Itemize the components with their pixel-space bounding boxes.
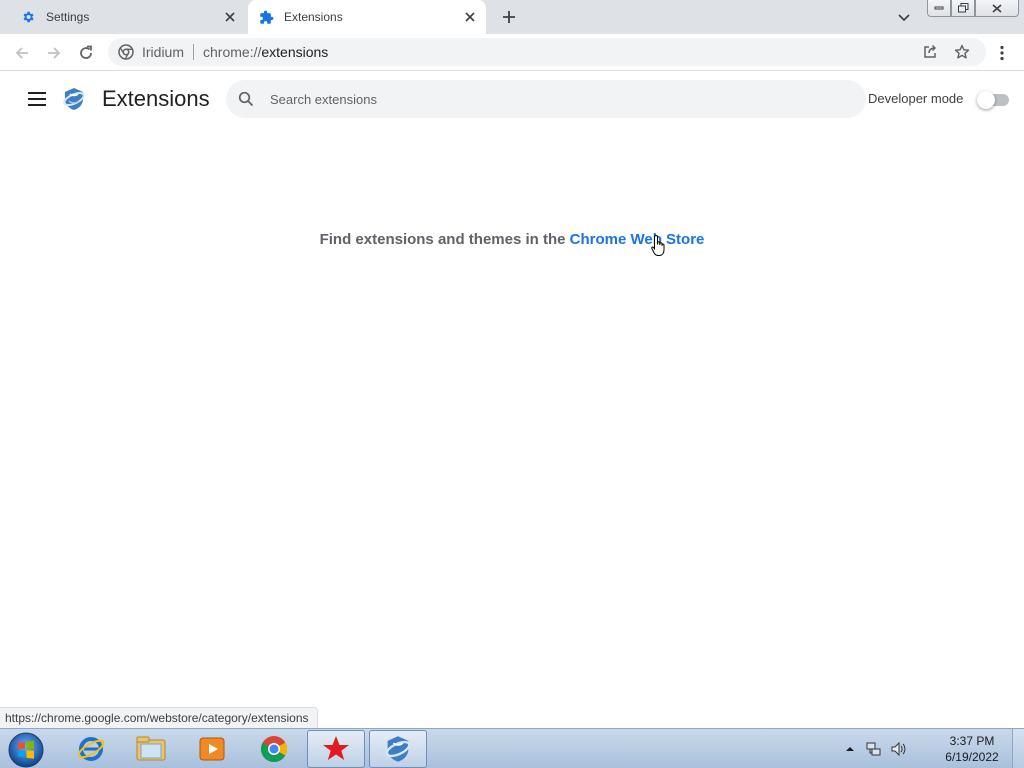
media-player-icon <box>199 737 225 761</box>
search-input[interactable] <box>270 91 830 107</box>
chrome-web-store-link[interactable]: Chrome Web Store <box>570 231 705 248</box>
minimize-button[interactable] <box>927 0 951 17</box>
taskbar-clock[interactable]: 3:37 PM 6/19/2022 <box>934 733 1010 765</box>
reload-icon <box>80 45 92 59</box>
reload-button[interactable] <box>72 39 100 67</box>
clock-date: 6/19/2022 <box>945 750 999 764</box>
file-explorer-icon <box>136 736 166 761</box>
show-hidden-icons-icon[interactable] <box>842 741 858 757</box>
volume-icon[interactable] <box>890 741 906 757</box>
restore-icon <box>957 3 968 13</box>
gear-icon <box>20 9 36 25</box>
developer-mode-label: Developer mode <box>868 91 964 106</box>
tab-search-button[interactable] <box>894 8 914 28</box>
tab-extensions[interactable]: Extensions <box>248 0 486 34</box>
site-name: Iridium <box>142 44 185 60</box>
show-desktop-button[interactable] <box>1012 729 1024 768</box>
window-controls <box>927 0 1019 18</box>
page-title: Extensions <box>102 86 210 111</box>
close-icon[interactable] <box>460 7 480 27</box>
iridium-browser-icon <box>385 736 411 762</box>
taskbar-red-star-app[interactable] <box>307 730 365 768</box>
tab-settings[interactable]: Settings <box>0 0 246 34</box>
network-icon[interactable] <box>866 741 882 757</box>
plus-icon <box>503 11 515 23</box>
back-arrow-icon <box>15 47 28 59</box>
hand-cursor-icon <box>651 234 667 258</box>
toggle-knob <box>977 91 995 109</box>
chrome-icon <box>260 736 288 763</box>
forward-arrow-icon <box>48 47 61 59</box>
clock-time: 3:37 PM <box>949 734 995 748</box>
more-vert-icon <box>1000 45 1004 61</box>
taskbar-file-explorer[interactable] <box>122 730 180 768</box>
status-url-bubble: https://chrome.google.com/webstore/categ… <box>0 707 318 728</box>
search-icon <box>238 90 256 108</box>
bookmark-star-icon[interactable] <box>948 38 976 66</box>
new-tab-button[interactable] <box>498 6 520 28</box>
share-icon[interactable] <box>916 38 944 66</box>
taskbar-iridium-browser[interactable] <box>369 730 427 768</box>
internet-explorer-icon <box>77 737 105 761</box>
url-host: extensions <box>261 44 329 60</box>
browser-toolbar: Iridium chrome://extensions <box>0 34 1024 71</box>
puzzle-icon <box>258 9 274 25</box>
taskbar-media-player[interactable] <box>183 730 241 768</box>
developer-mode-toggle[interactable] <box>977 91 1010 109</box>
url-scheme: chrome:// <box>203 44 262 60</box>
red-star-app-icon <box>323 736 349 760</box>
start-button[interactable] <box>6 731 46 768</box>
taskbar-internet-explorer[interactable] <box>62 730 120 768</box>
divider <box>193 44 195 60</box>
chevron-down-icon <box>898 14 910 22</box>
windows-taskbar: 3:37 PM 6/19/2022 <box>0 728 1024 768</box>
forward-button[interactable] <box>40 39 68 67</box>
address-bar[interactable]: Iridium chrome://extensions <box>108 38 986 66</box>
close-window-button[interactable] <box>975 0 1019 17</box>
restore-button[interactable] <box>951 0 975 17</box>
tab-label: Extensions <box>284 10 343 24</box>
close-icon[interactable] <box>220 7 240 27</box>
tab-label: Settings <box>46 10 90 24</box>
empty-state-text: Find extensions and themes in the <box>319 231 570 248</box>
tab-strip: Settings Extensions <box>0 0 1024 34</box>
browser-menu-button[interactable] <box>990 39 1014 67</box>
search-extensions-box[interactable] <box>226 80 866 118</box>
close-icon <box>992 3 1002 13</box>
empty-state-message: Find extensions and themes in the Chrome… <box>0 231 1024 248</box>
chrome-page-icon <box>118 44 134 60</box>
back-button[interactable] <box>8 39 36 67</box>
iridium-logo-icon <box>61 86 87 112</box>
hamburger-menu-icon[interactable] <box>24 86 50 112</box>
minimize-icon <box>934 6 944 10</box>
taskbar-chrome[interactable] <box>245 730 303 768</box>
extensions-header: Extensions Developer mode <box>0 72 1024 128</box>
